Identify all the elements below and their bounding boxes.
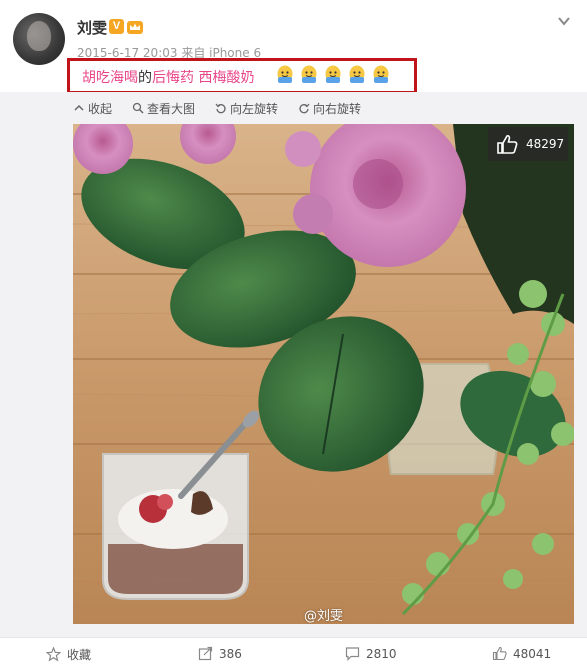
collapse-label: 收起	[88, 101, 113, 116]
rotate-right-button[interactable]: 向右旋转	[298, 99, 361, 117]
favorite-label: 收藏	[67, 648, 92, 662]
emoji-row	[276, 64, 390, 86]
rotate-left-icon	[215, 103, 226, 114]
verified-badge: V	[109, 19, 124, 34]
emoji-icon	[301, 65, 317, 83]
photo-like-count: 48297	[526, 137, 565, 151]
comment-icon	[345, 647, 360, 661]
repost-icon	[198, 646, 213, 661]
username[interactable]: 刘雯	[77, 17, 107, 38]
post-text-link-a[interactable]: 胡吃海喝	[82, 70, 138, 86]
emoji-icon	[349, 65, 365, 83]
emoji-icon	[373, 65, 389, 83]
photo-like-badge[interactable]: 48297	[488, 127, 568, 161]
view-large-label: 查看大图	[147, 101, 196, 116]
repost-button[interactable]: 386	[198, 646, 242, 661]
rotate-left-button[interactable]: 向左旋转	[215, 99, 278, 117]
rotate-right-label: 向右旋转	[313, 101, 362, 116]
post-text-connector: 的	[138, 70, 152, 86]
emoji-icon	[277, 65, 293, 83]
chevron-down-icon[interactable]	[557, 14, 571, 28]
magnifier-icon	[132, 102, 144, 114]
collapse-icon	[74, 104, 84, 111]
view-large-button[interactable]: 查看大图	[132, 99, 195, 117]
thumbs-up-icon	[492, 646, 507, 661]
post-text: 胡吃海喝的后悔药 西梅酸奶	[82, 67, 254, 87]
post-photo[interactable]	[73, 124, 574, 624]
favorite-button[interactable]: 收藏	[46, 646, 91, 663]
like-count: 48041	[513, 646, 552, 661]
thumbs-up-icon	[497, 134, 518, 154]
comment-count: 2810	[366, 646, 397, 661]
rotate-left-label: 向左旋转	[230, 101, 279, 116]
comment-button[interactable]: 2810	[345, 646, 397, 661]
avatar[interactable]	[13, 13, 65, 65]
collapse-button[interactable]: 收起	[73, 99, 112, 117]
repost-count: 386	[219, 646, 242, 661]
post-text-link-b[interactable]: 后悔药	[152, 70, 194, 86]
crown-icon	[127, 21, 143, 34]
post-footer: 收藏 386 2810 48041	[0, 637, 587, 666]
star-icon	[46, 647, 61, 662]
image-toolbar: 收起 查看大图 向左旋转 向右旋转	[73, 99, 361, 117]
rotate-right-icon	[299, 103, 310, 114]
photo-watermark: @刘雯	[304, 609, 344, 624]
emoji-icon	[325, 65, 341, 83]
like-button[interactable]: 48041	[492, 646, 551, 661]
post-text-link-c[interactable]: 西梅酸奶	[198, 70, 254, 86]
